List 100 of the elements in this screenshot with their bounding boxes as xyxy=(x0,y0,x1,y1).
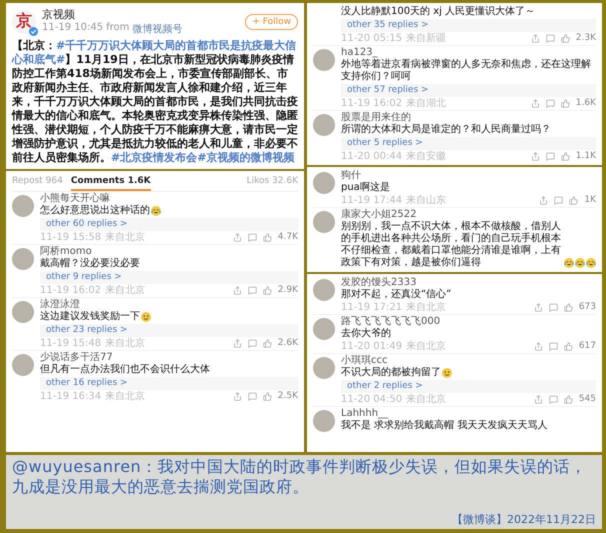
comment-time: 11-20 00:44 xyxy=(341,151,402,162)
share-icon[interactable] xyxy=(530,34,540,43)
source-label: from xyxy=(106,22,130,35)
comment-icon[interactable] xyxy=(548,395,558,404)
comment-author[interactable]: Lahhhh__ xyxy=(341,408,596,419)
user-avatar[interactable] xyxy=(12,248,34,270)
comment-text: 但凡有一点办法我们也不会识什么大体 xyxy=(40,364,210,376)
like-count: 2.6K xyxy=(278,338,298,349)
like-icon[interactable] xyxy=(262,286,272,295)
like-count: 1.6K xyxy=(576,98,596,109)
replies-link[interactable]: other 16 replies > xyxy=(40,377,298,390)
comment-text: 别别别，我一点不识大体，根本不做核酸，借别人的手机进出各种共公场所，看门的自己玩手机根本不仔细检查，都戴着口罩他能分清谁是谁啊，上有政策下有对策，越是被你们逼得 xyxy=(341,221,562,269)
share-icon[interactable] xyxy=(232,339,242,348)
like-icon[interactable] xyxy=(564,303,573,312)
share-icon[interactable] xyxy=(530,152,540,161)
caption-text: @wuyuesanren：我对中国大陆的时政事件判断极少失误，但如果失误的话，九成是没用最大的恶意去揣测党国政府。 xyxy=(12,457,588,497)
share-icon[interactable] xyxy=(232,286,242,295)
comment-time: 11-19 16:34 xyxy=(40,391,102,402)
comment-icon[interactable] xyxy=(248,233,257,242)
share-icon[interactable] xyxy=(232,233,242,242)
comment-time: 11-19 15:58 xyxy=(40,232,102,243)
replies-link[interactable]: other 35 replies > xyxy=(341,19,596,32)
like-icon[interactable] xyxy=(262,392,272,401)
share-icon[interactable] xyxy=(539,196,548,205)
comment-icon[interactable] xyxy=(248,339,257,348)
comment-time: 11-20 01:49 xyxy=(341,341,402,352)
comment-location: 来自山东 xyxy=(406,195,446,206)
user-avatar[interactable] xyxy=(313,114,335,136)
share-icon[interactable] xyxy=(534,395,543,404)
user-avatar[interactable] xyxy=(12,301,34,323)
like-icon[interactable] xyxy=(564,342,573,351)
like-icon[interactable] xyxy=(560,152,570,161)
comment-author[interactable]: 小琪琪ccc xyxy=(341,355,596,366)
comment-location: 来自新疆 xyxy=(406,33,446,44)
tab[interactable]: Comments 1.6K xyxy=(70,173,151,191)
like-icon[interactable] xyxy=(569,196,578,205)
share-icon[interactable] xyxy=(534,342,543,351)
comment-author[interactable]: 发胶的馒头2333 xyxy=(341,277,596,288)
replies-link[interactable]: other 60 replies > xyxy=(40,218,298,231)
comment-location: 来自北京 xyxy=(105,232,146,243)
source-link[interactable]: 微博视频号 xyxy=(132,22,182,36)
comment-author[interactable]: 狗什 xyxy=(341,170,596,181)
share-icon[interactable] xyxy=(232,392,242,401)
emoji-icon xyxy=(151,206,161,216)
comment-author[interactable]: ha123_ xyxy=(341,47,596,58)
like-count: 673 xyxy=(578,302,596,313)
comment-location: 来自安徽 xyxy=(406,151,446,162)
like-count: 1.1K xyxy=(576,151,596,162)
replies-link[interactable]: other 9 replies > xyxy=(40,271,298,284)
comment-text: 外地等着进京看病被弹窗的人多无奈和焦虑，还在这理解支持你们？呵呵 xyxy=(341,59,592,83)
user-avatar[interactable] xyxy=(12,354,34,376)
like-icon[interactable] xyxy=(564,395,573,404)
comment-text: pua啊这是 xyxy=(341,182,390,194)
comment-location: 来自北京 xyxy=(105,338,146,349)
user-avatar[interactable] xyxy=(313,172,335,194)
comment-time: 11-19 16:02 xyxy=(40,285,102,296)
replies-link[interactable]: other 5 replies > xyxy=(341,137,596,150)
channel-logo[interactable]: 京 xyxy=(12,10,36,34)
comment-author[interactable]: 阿桥momo xyxy=(40,246,298,257)
like-count: 2.3K xyxy=(576,33,596,44)
share-icon[interactable] xyxy=(530,99,540,108)
comment-author[interactable]: 泳澄泳澄 xyxy=(40,299,298,310)
replies-link[interactable]: other 23 replies > xyxy=(40,324,298,337)
comment-icon[interactable] xyxy=(554,196,564,205)
comment-time: 11-20 04:50 xyxy=(341,394,402,405)
user-avatar[interactable] xyxy=(313,211,335,233)
comment-location: 来自北京 xyxy=(105,391,146,402)
like-icon[interactable] xyxy=(262,233,272,242)
like-icon[interactable] xyxy=(262,339,272,348)
comment-icon[interactable] xyxy=(546,34,555,43)
comment-author[interactable]: 康家大小姐2522 xyxy=(341,209,596,220)
replies-link[interactable]: other 2 replies > xyxy=(341,380,596,393)
comment-text: 不识大局的都被拘留了 xyxy=(341,367,441,379)
comment-icon[interactable] xyxy=(548,303,558,312)
user-avatar[interactable] xyxy=(313,410,335,432)
comment-time: 11-19 16:02 xyxy=(341,98,402,109)
like-icon[interactable] xyxy=(560,34,570,43)
comment-location: 来自北京 xyxy=(105,285,146,296)
user-avatar[interactable] xyxy=(313,279,335,301)
comment-author[interactable]: 小熊每天开心嘛 xyxy=(40,193,298,204)
comment-author[interactable]: 股票是用来住的 xyxy=(341,112,596,123)
user-avatar[interactable] xyxy=(313,357,335,379)
comment-text: 这边建议发钱奖励一下 xyxy=(40,311,140,323)
comment-icon[interactable] xyxy=(546,99,555,108)
like-icon[interactable] xyxy=(560,99,570,108)
comment-author[interactable]: 少说话多干活77 xyxy=(40,352,298,363)
user-avatar[interactable] xyxy=(313,318,335,340)
comment-author[interactable]: 路飞飞飞飞飞飞飞000 xyxy=(341,316,596,327)
comment-time: 11-19 15:48 xyxy=(40,338,102,349)
comment-icon[interactable] xyxy=(248,392,257,401)
user-avatar[interactable] xyxy=(313,49,335,71)
post-author[interactable]: 京视频 xyxy=(42,7,182,22)
comment-icon[interactable] xyxy=(248,286,257,295)
replies-link[interactable]: other 57 replies > xyxy=(341,84,596,97)
share-icon[interactable] xyxy=(534,303,543,312)
comment-icon[interactable] xyxy=(548,342,558,351)
comment-text: 我不是 求求别给我戴高帽 我天天发疯天天骂人 xyxy=(341,420,548,432)
like-count: 617 xyxy=(578,341,596,352)
comment-icon[interactable] xyxy=(546,152,555,161)
user-avatar[interactable] xyxy=(12,195,34,217)
